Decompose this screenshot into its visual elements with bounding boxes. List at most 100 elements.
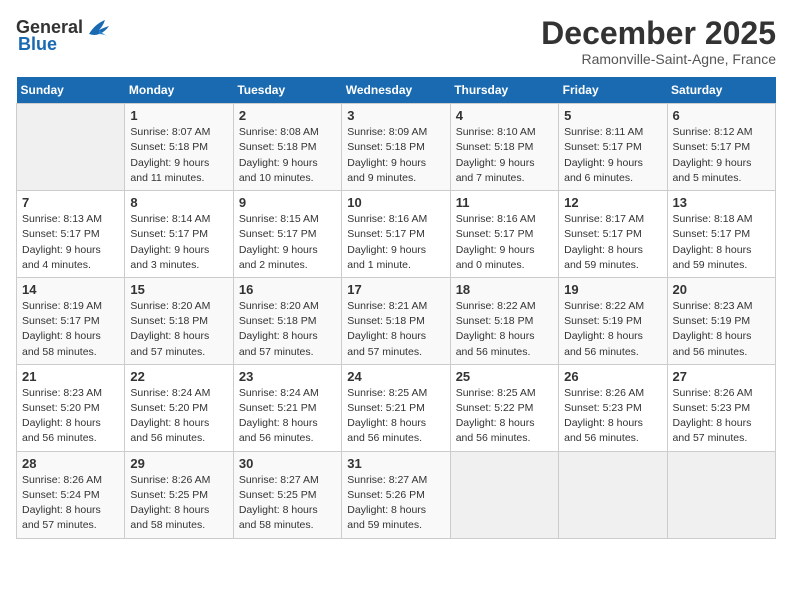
calendar-week-4: 21Sunrise: 8:23 AM Sunset: 5:20 PM Dayli… — [17, 364, 776, 451]
calendar-week-3: 14 Sunrise: 8:19 AM Sunset: 5:17 PM Dayli… — [17, 277, 776, 364]
logo-text-blue: Blue — [18, 34, 57, 55]
day-info: Sunrise: 8:25 AM Sunset: 5:21 PM Dayligh… — [347, 386, 444, 447]
day-number: 13 — [673, 195, 770, 210]
day-number: 1 — [130, 108, 227, 123]
day-info: Sunrise: 8:10 AM Sunset: 5:18 PM Dayligh… — [456, 125, 553, 186]
day-number: 9 — [239, 195, 336, 210]
calendar-cell: 30 Sunrise: 8:27 AM Sunset: 5:25 PM Dayli… — [233, 451, 341, 538]
day-info: Sunrise: 8:17 AM Sunset: 5:17 PM Dayligh… — [564, 212, 661, 273]
header-cell-sunday: Sunday — [17, 77, 125, 104]
day-number: 10 — [347, 195, 444, 210]
calendar-cell: 2 Sunrise: 8:08 AM Sunset: 5:18 PM Daylig… — [233, 104, 341, 191]
day-info: Sunrise: 8:18 AM Sunset: 5:17 PM Dayligh… — [673, 212, 770, 273]
calendar-cell: 3 Sunrise: 8:09 AM Sunset: 5:18 PM Daylig… — [342, 104, 450, 191]
calendar-week-5: 28Sunrise: 8:26 AM Sunset: 5:24 PM Dayli… — [17, 451, 776, 538]
day-info: Sunrise: 8:20 AM Sunset: 5:18 PM Dayligh… — [130, 299, 227, 360]
day-number: 4 — [456, 108, 553, 123]
header-row: SundayMondayTuesdayWednesdayThursdayFrid… — [17, 77, 776, 104]
day-info: Sunrise: 8:23 AM Sunset: 5:20 PM Dayligh… — [22, 386, 119, 447]
calendar-cell: 8Sunrise: 8:14 AM Sunset: 5:17 PM Daylig… — [125, 191, 233, 278]
day-number: 5 — [564, 108, 661, 123]
day-info: Sunrise: 8:27 AM Sunset: 5:25 PM Dayligh… — [239, 473, 336, 534]
calendar-cell: 19 Sunrise: 8:22 AM Sunset: 5:19 PM Dayli… — [559, 277, 667, 364]
calendar-cell: 31 Sunrise: 8:27 AM Sunset: 5:26 PM Dayli… — [342, 451, 450, 538]
day-number: 3 — [347, 108, 444, 123]
calendar-cell: 11Sunrise: 8:16 AM Sunset: 5:17 PM Dayli… — [450, 191, 558, 278]
calendar-cell — [667, 451, 775, 538]
day-number: 7 — [22, 195, 119, 210]
header-cell-thursday: Thursday — [450, 77, 558, 104]
calendar-cell: 15 Sunrise: 8:20 AM Sunset: 5:18 PM Dayli… — [125, 277, 233, 364]
day-number: 14 — [22, 282, 119, 297]
calendar-week-2: 7 Sunrise: 8:13 AM Sunset: 5:17 PM Daylig… — [17, 191, 776, 278]
header: General Blue December 2025 Ramonville-Sa… — [16, 16, 776, 67]
day-info: Sunrise: 8:09 AM Sunset: 5:18 PM Dayligh… — [347, 125, 444, 186]
day-number: 31 — [347, 456, 444, 471]
day-info: Sunrise: 8:26 AM Sunset: 5:23 PM Dayligh… — [673, 386, 770, 447]
day-info: Sunrise: 8:24 AM Sunset: 5:20 PM Dayligh… — [130, 386, 227, 447]
day-info: Sunrise: 8:12 AM Sunset: 5:17 PM Dayligh… — [673, 125, 770, 186]
day-info: Sunrise: 8:19 AM Sunset: 5:17 PM Dayligh… — [22, 299, 119, 360]
day-number: 2 — [239, 108, 336, 123]
day-info: Sunrise: 8:21 AM Sunset: 5:18 PM Dayligh… — [347, 299, 444, 360]
day-info: Sunrise: 8:22 AM Sunset: 5:18 PM Dayligh… — [456, 299, 553, 360]
header-cell-monday: Monday — [125, 77, 233, 104]
day-info: Sunrise: 8:23 AM Sunset: 5:19 PM Dayligh… — [673, 299, 770, 360]
day-info: Sunrise: 8:20 AM Sunset: 5:18 PM Dayligh… — [239, 299, 336, 360]
calendar-cell: 6 Sunrise: 8:12 AM Sunset: 5:17 PM Daylig… — [667, 104, 775, 191]
header-cell-tuesday: Tuesday — [233, 77, 341, 104]
calendar-cell: 16Sunrise: 8:20 AM Sunset: 5:18 PM Dayli… — [233, 277, 341, 364]
day-number: 23 — [239, 369, 336, 384]
day-info: Sunrise: 8:24 AM Sunset: 5:21 PM Dayligh… — [239, 386, 336, 447]
calendar-cell — [559, 451, 667, 538]
calendar-cell: 4 Sunrise: 8:10 AM Sunset: 5:18 PM Daylig… — [450, 104, 558, 191]
calendar-cell: 17 Sunrise: 8:21 AM Sunset: 5:18 PM Dayli… — [342, 277, 450, 364]
calendar-cell: 5Sunrise: 8:11 AM Sunset: 5:17 PM Daylig… — [559, 104, 667, 191]
day-number: 15 — [130, 282, 227, 297]
day-info: Sunrise: 8:25 AM Sunset: 5:22 PM Dayligh… — [456, 386, 553, 447]
day-number: 29 — [130, 456, 227, 471]
day-info: Sunrise: 8:14 AM Sunset: 5:17 PM Dayligh… — [130, 212, 227, 273]
calendar-body: 1 Sunrise: 8:07 AM Sunset: 5:18 PM Daylig… — [17, 104, 776, 538]
title-area: December 2025 Ramonville-Saint-Agne, Fra… — [541, 16, 776, 67]
logo-bird-icon — [85, 16, 113, 38]
calendar-header: SundayMondayTuesdayWednesdayThursdayFrid… — [17, 77, 776, 104]
calendar-week-1: 1 Sunrise: 8:07 AM Sunset: 5:18 PM Daylig… — [17, 104, 776, 191]
calendar-cell: 20 Sunrise: 8:23 AM Sunset: 5:19 PM Dayli… — [667, 277, 775, 364]
day-info: Sunrise: 8:27 AM Sunset: 5:26 PM Dayligh… — [347, 473, 444, 534]
day-number: 6 — [673, 108, 770, 123]
day-info: Sunrise: 8:08 AM Sunset: 5:18 PM Dayligh… — [239, 125, 336, 186]
day-number: 26 — [564, 369, 661, 384]
calendar-cell: 7 Sunrise: 8:13 AM Sunset: 5:17 PM Daylig… — [17, 191, 125, 278]
calendar-table: SundayMondayTuesdayWednesdayThursdayFrid… — [16, 77, 776, 538]
month-title: December 2025 — [541, 16, 776, 51]
calendar-cell: 23 Sunrise: 8:24 AM Sunset: 5:21 PM Dayli… — [233, 364, 341, 451]
calendar-cell: 25Sunrise: 8:25 AM Sunset: 5:22 PM Dayli… — [450, 364, 558, 451]
day-info: Sunrise: 8:13 AM Sunset: 5:17 PM Dayligh… — [22, 212, 119, 273]
day-number: 19 — [564, 282, 661, 297]
logo: General Blue — [16, 16, 113, 55]
day-number: 22 — [130, 369, 227, 384]
day-info: Sunrise: 8:16 AM Sunset: 5:17 PM Dayligh… — [456, 212, 553, 273]
day-info: Sunrise: 8:26 AM Sunset: 5:23 PM Dayligh… — [564, 386, 661, 447]
day-info: Sunrise: 8:26 AM Sunset: 5:24 PM Dayligh… — [22, 473, 119, 534]
calendar-cell: 10Sunrise: 8:16 AM Sunset: 5:17 PM Dayli… — [342, 191, 450, 278]
day-info: Sunrise: 8:07 AM Sunset: 5:18 PM Dayligh… — [130, 125, 227, 186]
calendar-cell: 22 Sunrise: 8:24 AM Sunset: 5:20 PM Dayli… — [125, 364, 233, 451]
day-info: Sunrise: 8:15 AM Sunset: 5:17 PM Dayligh… — [239, 212, 336, 273]
calendar-cell: 12 Sunrise: 8:17 AM Sunset: 5:17 PM Dayli… — [559, 191, 667, 278]
day-number: 30 — [239, 456, 336, 471]
day-number: 17 — [347, 282, 444, 297]
day-number: 12 — [564, 195, 661, 210]
calendar-cell: 26 Sunrise: 8:26 AM Sunset: 5:23 PM Dayli… — [559, 364, 667, 451]
header-cell-saturday: Saturday — [667, 77, 775, 104]
day-info: Sunrise: 8:22 AM Sunset: 5:19 PM Dayligh… — [564, 299, 661, 360]
calendar-cell: 1 Sunrise: 8:07 AM Sunset: 5:18 PM Daylig… — [125, 104, 233, 191]
calendar-cell: 9 Sunrise: 8:15 AM Sunset: 5:17 PM Daylig… — [233, 191, 341, 278]
day-number: 20 — [673, 282, 770, 297]
calendar-cell: 24Sunrise: 8:25 AM Sunset: 5:21 PM Dayli… — [342, 364, 450, 451]
header-cell-wednesday: Wednesday — [342, 77, 450, 104]
calendar-cell — [17, 104, 125, 191]
calendar-cell: 18Sunrise: 8:22 AM Sunset: 5:18 PM Dayli… — [450, 277, 558, 364]
calendar-cell: 14 Sunrise: 8:19 AM Sunset: 5:17 PM Dayli… — [17, 277, 125, 364]
